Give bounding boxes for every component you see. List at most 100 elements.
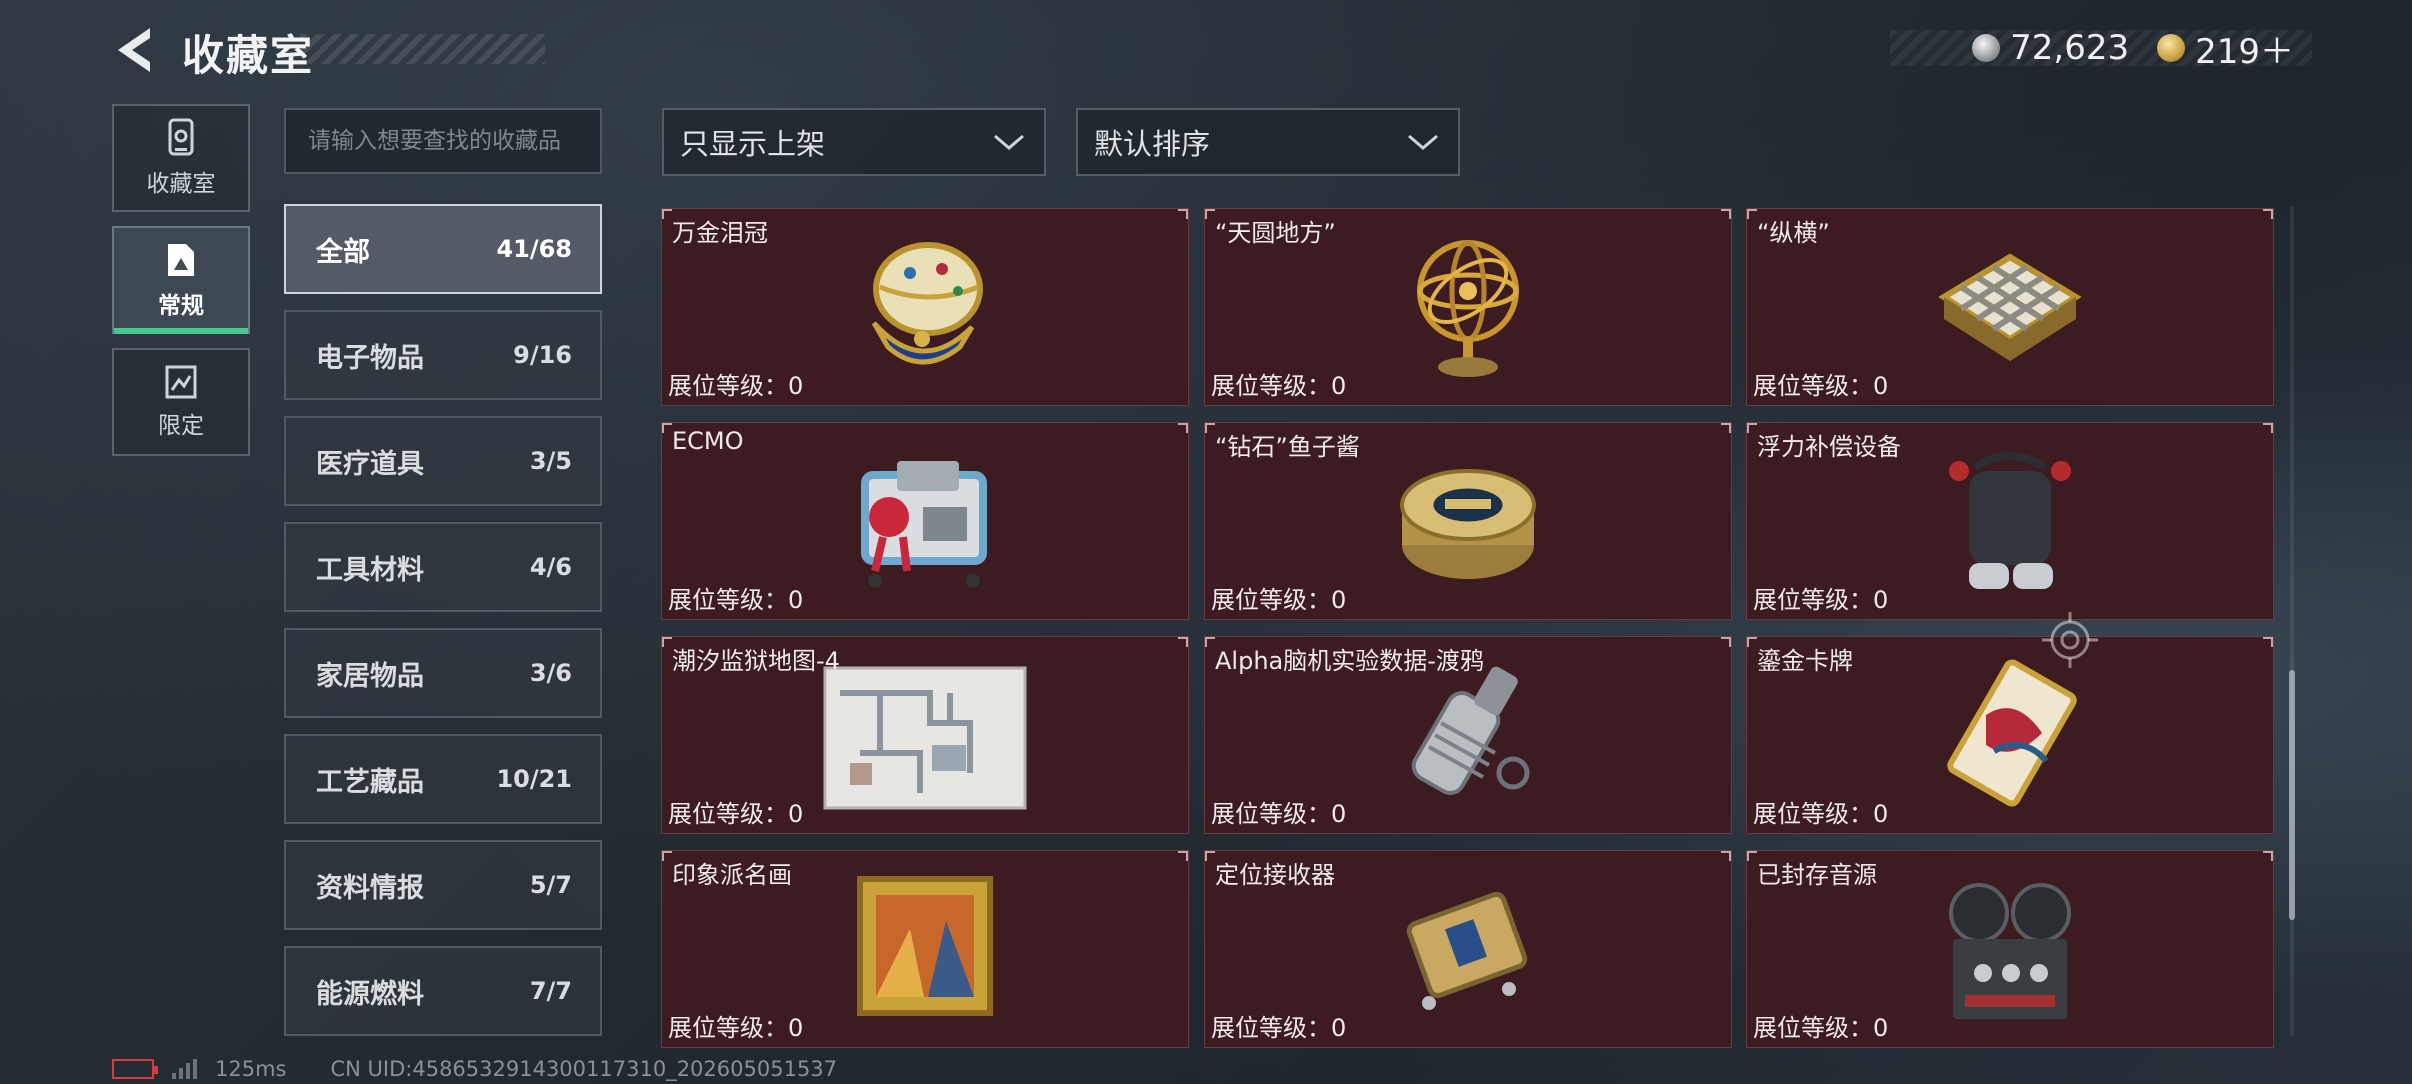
item-name: 潮汐监狱地图-4 bbox=[672, 647, 840, 675]
sort-order-dropdown[interactable]: 默认排序 bbox=[1076, 108, 1460, 176]
booth-level: 展位等级：0 bbox=[1753, 1014, 1889, 1042]
dropdown-value: 默认排序 bbox=[1094, 127, 1211, 161]
back-button[interactable] bbox=[112, 24, 158, 76]
category-intel[interactable]: 资料情报 5/7 bbox=[284, 840, 602, 930]
jeweled-egg-icon bbox=[871, 242, 983, 365]
gilded-card-icon bbox=[1947, 659, 2077, 807]
item-name: “钻石”鱼子酱 bbox=[1215, 433, 1360, 461]
booth-level: 展位等级：0 bbox=[668, 586, 804, 614]
currency-bar: 72,623 219＋ bbox=[1890, 28, 2312, 72]
category-medical[interactable]: 医疗道具 3/5 bbox=[284, 416, 602, 506]
category-name: 资料情报 bbox=[316, 872, 424, 904]
booth-level: 展位等级：0 bbox=[1211, 1014, 1347, 1042]
category-household[interactable]: 家居物品 3/6 bbox=[284, 628, 602, 718]
category-count: 7/7 bbox=[529, 977, 572, 1005]
display-filter-dropdown[interactable]: 只显示上架 bbox=[662, 108, 1046, 176]
map-icon bbox=[823, 666, 1027, 810]
booth-level: 展位等级：0 bbox=[668, 800, 804, 828]
category-count: 3/5 bbox=[529, 447, 572, 475]
item-card[interactable]: “钻石”鱼子酱 展位等级：0 bbox=[1204, 422, 1732, 620]
status-bar: 125ms CN UID:4586532914300117310_2026050… bbox=[112, 1056, 837, 1082]
item-card[interactable]: Alpha脑机实验数据-渡鸦 展位等级：0 bbox=[1204, 636, 1732, 834]
item-name: 浮力补偿设备 bbox=[1757, 433, 1901, 461]
category-name: 能源燃料 bbox=[316, 978, 424, 1010]
category-name: 家居物品 bbox=[316, 660, 424, 692]
category-count: 3/6 bbox=[529, 659, 572, 687]
item-name: 已封存音源 bbox=[1757, 861, 1877, 889]
item-name: “天圆地方” bbox=[1215, 219, 1336, 247]
item-name: “纵横” bbox=[1757, 219, 1830, 247]
nav-tab-limited[interactable]: 限定 bbox=[112, 348, 250, 456]
item-card[interactable]: 已封存音源 展位等级：0 bbox=[1746, 850, 2274, 1048]
item-card[interactable]: 万金泪冠 展位等级：0 bbox=[661, 208, 1189, 406]
item-card[interactable]: ECMO 展位等级：0 bbox=[661, 422, 1189, 620]
gold-currency-value[interactable]: 219＋ bbox=[2195, 24, 2294, 73]
item-name: 万金泪冠 bbox=[672, 219, 768, 247]
booth-level: 展位等级：0 bbox=[1211, 586, 1347, 614]
item-card[interactable]: “纵横” 展位等级：0 bbox=[1746, 208, 2274, 406]
signal-icon bbox=[172, 1059, 197, 1079]
silver-coin-icon bbox=[1972, 34, 2001, 62]
framed-painting-icon bbox=[857, 876, 993, 1016]
data-drive-icon bbox=[1411, 666, 1530, 795]
search-input[interactable] bbox=[284, 108, 602, 174]
category-name: 工具材料 bbox=[316, 554, 424, 586]
nav-tab-collection-room[interactable]: 收藏室 bbox=[112, 104, 250, 212]
reel-recorder-icon bbox=[1949, 883, 2071, 1019]
booth-level: 展位等级：0 bbox=[1753, 586, 1889, 614]
nav-tab-label: 收藏室 bbox=[146, 171, 216, 197]
booth-level: 展位等级：0 bbox=[668, 1014, 804, 1042]
trophy-case-icon bbox=[168, 118, 194, 156]
booth-level: 展位等级：0 bbox=[1753, 372, 1889, 400]
item-card[interactable]: 印象派名画 展位等级：0 bbox=[661, 850, 1189, 1048]
locator-receiver-icon bbox=[1406, 891, 1528, 1010]
item-name: 印象派名画 bbox=[672, 861, 792, 889]
ecmo-machine-icon bbox=[861, 461, 987, 588]
caviar-tin-icon bbox=[1400, 469, 1536, 579]
scrollbar-thumb[interactable] bbox=[2289, 670, 2295, 920]
page-title: 收藏室 bbox=[182, 31, 315, 80]
chevron-down-icon bbox=[994, 134, 1024, 150]
chevron-down-icon bbox=[1408, 134, 1438, 150]
booth-level: 展位等级：0 bbox=[1211, 372, 1347, 400]
item-card[interactable]: 定位接收器 展位等级：0 bbox=[1204, 850, 1732, 1048]
category-energy[interactable]: 能源燃料 7/7 bbox=[284, 946, 602, 1036]
item-name: 鎏金卡牌 bbox=[1757, 647, 1853, 675]
limited-frame-icon bbox=[165, 365, 197, 399]
user-uid: CN UID:4586532914300117310_202605051537 bbox=[330, 1057, 838, 1081]
dropdown-value: 只显示上架 bbox=[680, 127, 826, 161]
title-decoration bbox=[300, 34, 545, 64]
armillary-sphere-icon bbox=[1417, 240, 1519, 377]
ping-value: 125ms bbox=[215, 1057, 287, 1081]
nav-tab-regular[interactable]: 常规 bbox=[112, 226, 250, 334]
item-card[interactable]: 鎏金卡牌 展位等级：0 bbox=[1746, 636, 2274, 834]
back-arrow-icon bbox=[118, 28, 150, 72]
item-card[interactable]: 浮力补偿设备 展位等级：0 bbox=[1746, 422, 2274, 620]
gold-coin-icon bbox=[2157, 34, 2186, 62]
chess-board-icon bbox=[1938, 253, 2082, 361]
item-card[interactable]: “天圆地方” 展位等级：0 bbox=[1204, 208, 1732, 406]
category-name: 电子物品 bbox=[316, 342, 424, 374]
category-count: 5/7 bbox=[529, 871, 572, 899]
item-card[interactable]: 潮汐监狱地图-4 展位等级：0 bbox=[661, 636, 1189, 834]
category-count: 10/21 bbox=[496, 765, 572, 793]
category-name: 工艺藏品 bbox=[316, 766, 424, 798]
battery-icon bbox=[112, 1059, 158, 1079]
category-count: 9/16 bbox=[513, 341, 572, 369]
category-name: 全部 bbox=[316, 236, 370, 268]
category-tools[interactable]: 工具材料 4/6 bbox=[284, 522, 602, 612]
booth-level: 展位等级：0 bbox=[1211, 800, 1347, 828]
category-count: 41/68 bbox=[496, 235, 572, 263]
category-name: 医疗道具 bbox=[316, 448, 424, 480]
item-name: ECMO bbox=[672, 427, 744, 455]
nav-tab-label: 限定 bbox=[158, 413, 204, 439]
nav-tab-label: 常规 bbox=[158, 293, 204, 319]
category-count: 4/6 bbox=[529, 553, 572, 581]
category-all[interactable]: 全部 41/68 bbox=[284, 204, 602, 294]
item-name: Alpha脑机实验数据-渡鸦 bbox=[1215, 647, 1484, 675]
item-name: 定位接收器 bbox=[1215, 861, 1335, 889]
buoyancy-device-icon bbox=[1949, 452, 2071, 589]
silver-currency-value: 72,623 bbox=[2010, 28, 2130, 68]
category-electronics[interactable]: 电子物品 9/16 bbox=[284, 310, 602, 400]
category-crafts[interactable]: 工艺藏品 10/21 bbox=[284, 734, 602, 824]
